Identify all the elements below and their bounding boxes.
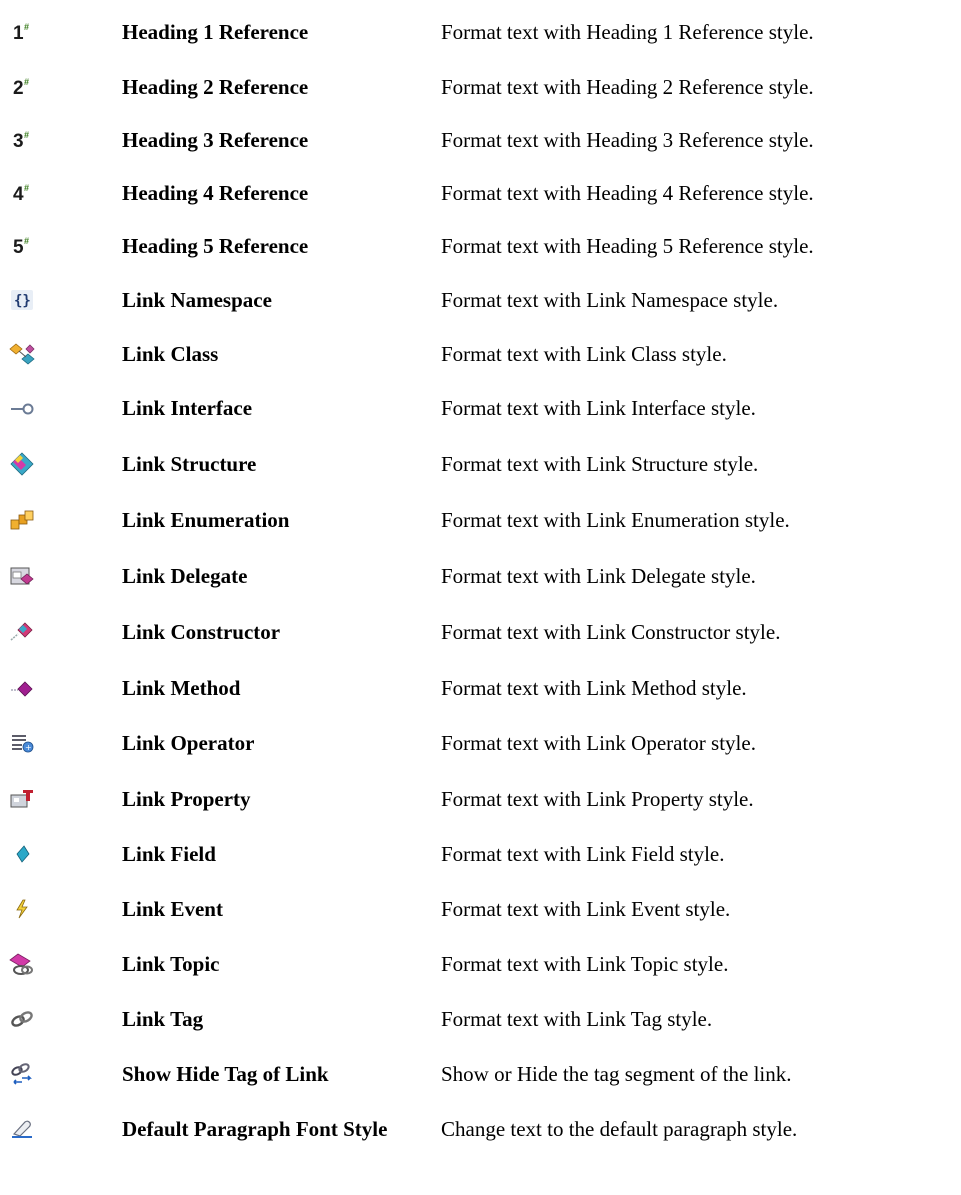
delegate-icon (8, 564, 36, 588)
command-description: Format text with Link Method style. (441, 676, 747, 700)
command-name: Link Structure (122, 452, 257, 476)
command-name: Link Operator (122, 731, 255, 755)
tag-icon (8, 1007, 36, 1031)
heading-5-icon: 5 # (8, 234, 36, 258)
command-description: Format text with Link Namespace style. (441, 288, 779, 312)
command-description: Format text with Link Constructor style. (441, 620, 781, 644)
svg-text:#: # (24, 22, 29, 32)
command-name: Heading 4 Reference (122, 181, 309, 205)
heading-1-icon: 1 # (8, 20, 36, 44)
svg-text:#: # (24, 236, 29, 246)
command-description: Format text with Heading 1 Reference sty… (441, 20, 814, 44)
svg-text:3: 3 (13, 131, 24, 152)
method-icon (8, 676, 36, 700)
svg-text:{}: {} (14, 293, 31, 309)
command-description: Format text with Link Enumeration style. (441, 508, 790, 532)
topic-icon (8, 952, 36, 976)
command-description: Format text with Link Structure style. (441, 452, 759, 476)
command-name: Heading 1 Reference (122, 20, 309, 44)
eraser-icon (8, 1117, 36, 1141)
command-description: Format text with Link Class style. (441, 342, 727, 366)
command-description: Format text with Link Operator style. (441, 731, 756, 755)
svg-text:#: # (24, 77, 29, 87)
enumeration-icon (8, 508, 36, 532)
command-name: Heading 5 Reference (122, 234, 309, 258)
command-description: Format text with Heading 4 Reference sty… (441, 181, 814, 205)
command-name: Heading 3 Reference (122, 128, 309, 152)
command-name: Link Topic (122, 952, 220, 976)
command-name: Link Class (122, 342, 219, 366)
command-description: Format text with Link Field style. (441, 842, 725, 866)
command-description: Show or Hide the tag segment of the link… (441, 1062, 792, 1086)
command-description: Format text with Link Tag style. (441, 1007, 713, 1031)
interface-icon (8, 396, 36, 420)
command-description: Format text with Heading 2 Reference sty… (441, 75, 814, 99)
constructor-icon (8, 620, 36, 644)
command-description: Format text with Heading 5 Reference sty… (441, 234, 814, 258)
command-description: Change text to the default paragraph sty… (441, 1117, 798, 1141)
command-description: Format text with Link Event style. (441, 897, 731, 921)
command-description: Format text with Link Interface style. (441, 396, 756, 420)
command-description: Format text with Link Delegate style. (441, 564, 756, 588)
show-hide-tag-icon (8, 1062, 36, 1086)
command-name: Show Hide Tag of Link (122, 1062, 329, 1086)
command-description: Format text with Heading 3 Reference sty… (441, 128, 814, 152)
svg-text:4: 4 (13, 184, 24, 205)
command-description: Format text with Link Property style. (441, 787, 754, 811)
namespace-icon: {} (8, 288, 36, 312)
command-name: Link Method (122, 676, 241, 700)
svg-text:+: + (25, 743, 32, 752)
svg-text:#: # (24, 130, 29, 140)
command-name: Heading 2 Reference (122, 75, 309, 99)
command-name: Link Interface (122, 396, 253, 420)
operator-icon: + (8, 731, 36, 755)
command-name: Link Property (122, 787, 251, 811)
svg-text:5: 5 (13, 237, 24, 258)
command-name: Link Event (122, 897, 223, 921)
command-name: Default Paragraph Font Style (122, 1117, 388, 1141)
event-icon (8, 897, 36, 921)
class-icon (8, 342, 36, 366)
command-name: Link Constructor (122, 620, 281, 644)
svg-text:2: 2 (13, 78, 24, 99)
command-name: Link Field (122, 842, 216, 866)
svg-text:#: # (24, 183, 29, 193)
command-name: Link Enumeration (122, 508, 290, 532)
structure-icon (8, 452, 36, 476)
command-description: Format text with Link Topic style. (441, 952, 729, 976)
heading-2-icon: 2 # (8, 75, 36, 99)
command-name: Link Delegate (122, 564, 248, 588)
heading-4-icon: 4 # (8, 181, 36, 205)
svg-text:1: 1 (13, 23, 24, 44)
command-name: Link Tag (122, 1007, 204, 1031)
field-icon (8, 842, 36, 866)
command-name: Link Namespace (122, 288, 272, 312)
property-icon (8, 787, 36, 811)
heading-3-icon: 3 # (8, 128, 36, 152)
